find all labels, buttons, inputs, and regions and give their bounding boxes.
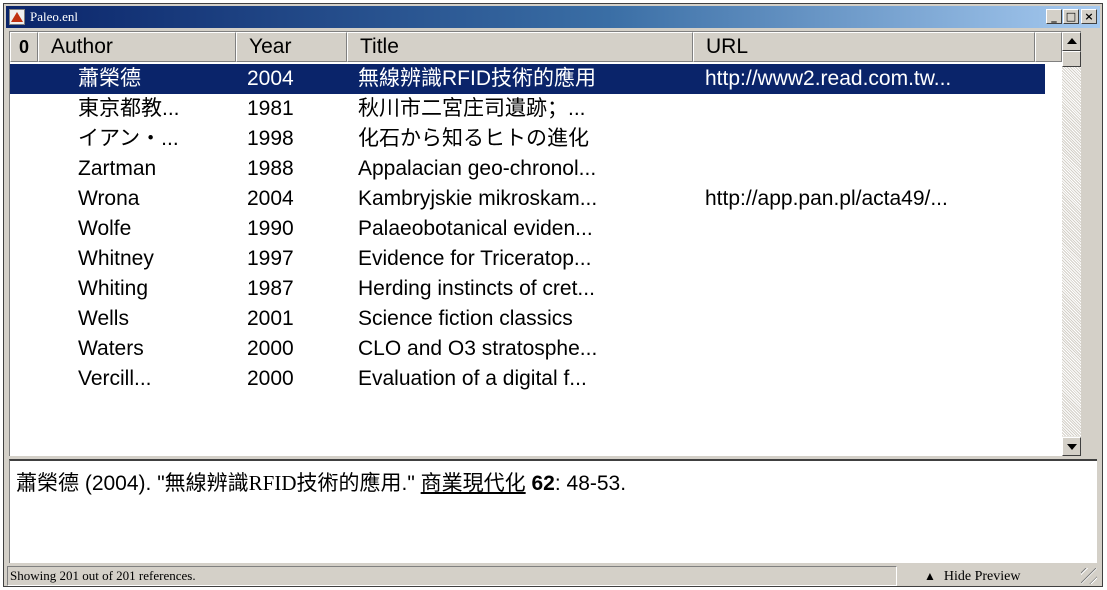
reference-list[interactable]: 0 Author Year Title URL 蕭榮德 2004 無線辨識RFI… [9, 31, 1081, 456]
cell-year: 2004 [247, 67, 294, 90]
cell-title: CLO and O3 stratosphe... [358, 337, 598, 360]
table-row[interactable]: 東京都教... 1981 秋川市二宮庄司遺跡；... [10, 94, 1045, 124]
cell-author: Zartman [78, 157, 157, 180]
cell-author: Waters [78, 337, 144, 360]
status-bar: Showing 201 out of 201 references. ▲ Hide… [7, 566, 1099, 586]
cell-title: 秋川市二宮庄司遺跡；... [358, 97, 586, 120]
cell-year: 1981 [247, 97, 294, 120]
table-row[interactable]: Wrona 2004 Kambryjskie mikroskam... http… [10, 184, 1045, 214]
table-row-partial[interactable]: Vercill... 2000 Evaluation of a digital … [10, 364, 1045, 394]
up-arrow-icon: ▲ [924, 569, 936, 583]
preview-volume: 62 [531, 472, 555, 495]
cell-url: http://www2.read.com.tw... [705, 67, 952, 90]
preview-title-rest: 技術的應用." [296, 472, 421, 495]
column-header-year[interactable]: Year [236, 32, 347, 62]
cell-title: Palaeobotanical eviden... [358, 217, 593, 240]
cell-author: イアン・... [78, 127, 179, 150]
cell-author: Whitney [78, 247, 154, 270]
cell-year: 1998 [247, 127, 294, 150]
preview-title-latin: RFID [248, 471, 297, 495]
column-header-url[interactable]: URL [693, 32, 1035, 62]
hide-preview-button[interactable]: ▲ Hide Preview [902, 566, 1077, 586]
cell-url: http://app.pan.pl/acta49/... [705, 187, 948, 210]
column-header-spacer [1035, 32, 1062, 62]
cell-year: 2000 [247, 367, 294, 390]
table-row[interactable]: Wolfe 1990 Palaeobotanical eviden... [10, 214, 1045, 244]
cell-title: Evaluation of a digital f... [358, 367, 587, 390]
table-row-selected[interactable]: 蕭榮德 2004 無線辨識RFID技術的應用 http://www2.read.… [10, 64, 1045, 94]
preview-title-cjk: 無線辨識 [164, 472, 249, 495]
cell-year: 1997 [247, 247, 294, 270]
reference-preview-pane[interactable]: 蕭榮德 (2004). "無線辨識RFID技術的應用." 商業現代化 62: 4… [9, 459, 1097, 563]
cell-title: Herding instincts of cret... [358, 277, 595, 300]
cell-year: 2000 [247, 337, 294, 360]
table-row[interactable]: イアン・... 1998 化石から知るヒトの進化 [10, 124, 1045, 154]
cell-author: Wrona [78, 187, 140, 210]
reference-rows: 蕭榮德 2004 無線辨識RFID技術的應用 http://www2.read.… [10, 64, 1055, 456]
endnote-app-icon[interactable] [9, 9, 25, 25]
table-row[interactable]: Whiting 1987 Herding instincts of cret..… [10, 274, 1045, 304]
preview-pages: : 48-53. [554, 472, 627, 495]
cell-year: 2004 [247, 187, 294, 210]
status-text: Showing 201 out of 201 references. [7, 566, 897, 586]
cell-year: 1990 [247, 217, 294, 240]
cell-title: Evidence for Triceratop... [358, 247, 592, 270]
cell-year: 1988 [247, 157, 294, 180]
cell-author: Wells [78, 307, 129, 330]
title-bar[interactable]: Paleo.enl _ □ × [6, 6, 1100, 28]
cell-title: Appalacian geo-chronol... [358, 157, 597, 180]
cell-year: 1987 [247, 277, 294, 300]
cell-author: Wolfe [78, 217, 132, 240]
column-header-attachment[interactable]: 0 [10, 32, 38, 62]
cell-year: 2001 [247, 307, 294, 330]
column-header-author[interactable]: Author [38, 32, 236, 62]
cell-title: Science fiction classics [358, 307, 573, 330]
window-title: Paleo.enl [30, 9, 79, 24]
scroll-down-arrow-icon[interactable] [1062, 437, 1081, 456]
table-row[interactable]: Zartman 1988 Appalacian geo-chronol... [10, 154, 1045, 184]
cell-author: Whiting [78, 277, 149, 300]
cell-title: Kambryjskie mikroskam... [358, 187, 598, 210]
scrollbar-thumb[interactable] [1062, 51, 1081, 67]
table-row[interactable]: Wells 2001 Science fiction classics [10, 304, 1045, 334]
endnote-library-window: Paleo.enl _ □ × 0 Author Year Title URL … [3, 3, 1103, 587]
scroll-up-arrow-icon[interactable] [1062, 32, 1081, 51]
resize-grip-icon[interactable] [1081, 568, 1097, 584]
minimize-button[interactable]: _ [1046, 9, 1062, 24]
maximize-button[interactable]: □ [1063, 9, 1079, 24]
column-header-row: 0 Author Year Title URL [10, 32, 1081, 62]
cell-title: 無線辨識RFID技術的應用 [358, 67, 596, 90]
cell-author: 蕭榮德 [78, 67, 141, 90]
table-row[interactable]: Waters 2000 CLO and O3 stratosphe... [10, 334, 1045, 364]
preview-journal: 商業現代化 [420, 472, 526, 495]
cell-title: 化石から知るヒトの進化 [358, 127, 589, 150]
vertical-scrollbar[interactable] [1062, 32, 1081, 456]
preview-author-year: 蕭榮德 (2004). " [16, 472, 165, 495]
cell-author: Vercill... [78, 367, 152, 390]
column-header-title[interactable]: Title [347, 32, 693, 62]
close-button[interactable]: × [1081, 9, 1097, 24]
cell-author: 東京都教... [78, 97, 180, 120]
hide-preview-label: Hide Preview [943, 569, 1021, 584]
table-row[interactable]: Whitney 1997 Evidence for Triceratop... [10, 244, 1045, 274]
